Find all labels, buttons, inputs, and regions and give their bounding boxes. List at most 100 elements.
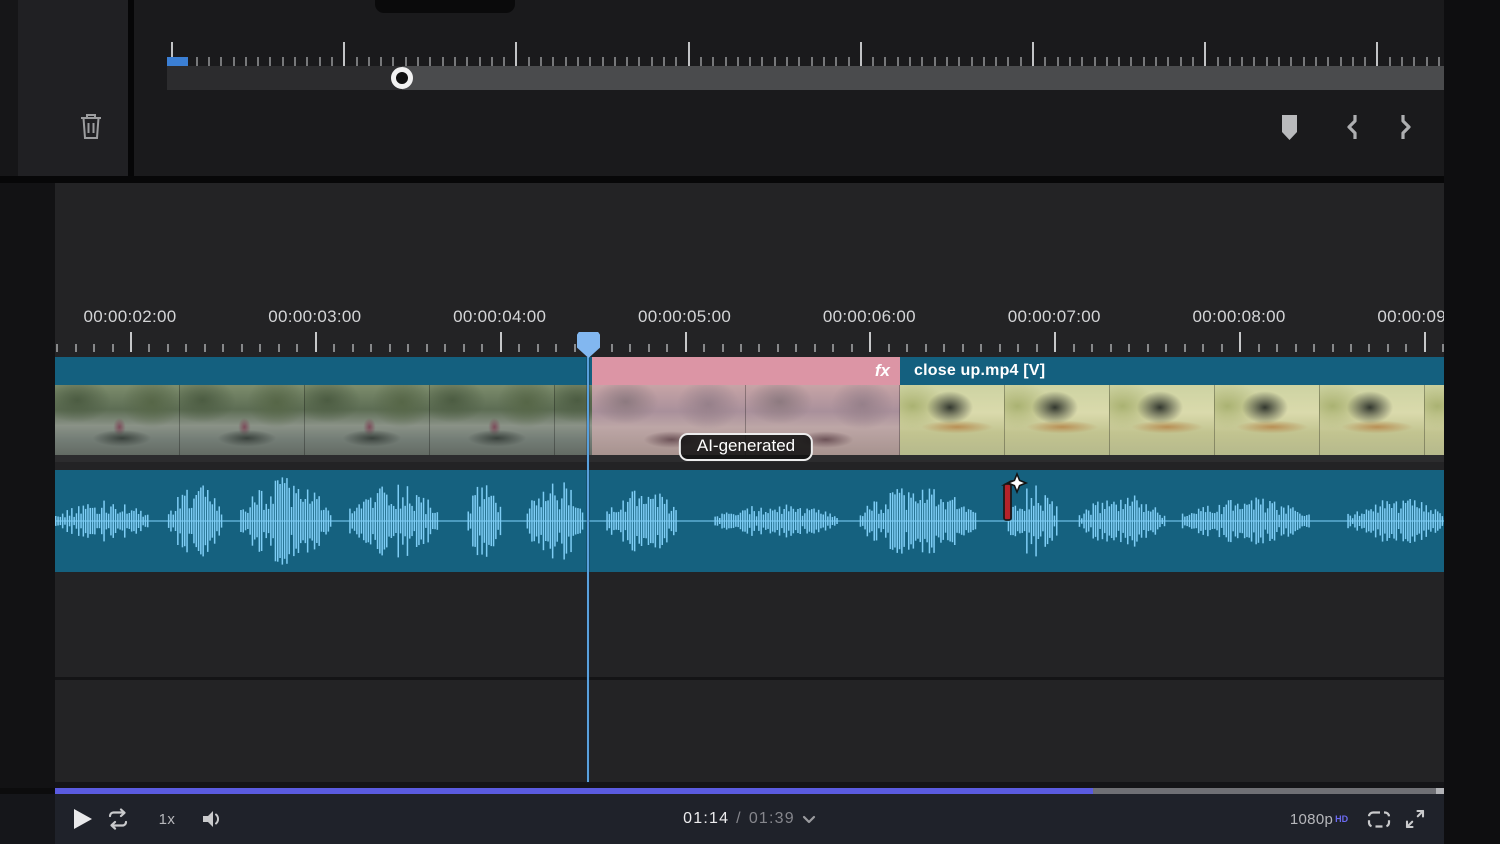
ruler-tick	[389, 344, 391, 352]
ruler-tick	[925, 344, 927, 352]
mini-ruler-tick	[528, 57, 530, 66]
add-marker-button[interactable]	[1274, 110, 1304, 144]
mini-ruler-tick	[1340, 57, 1342, 66]
mini-ruler-tick	[848, 57, 850, 66]
mini-ruler-tick	[565, 57, 567, 66]
timecode-ruler[interactable]: 00:00:02:0000:00:03:0000:00:04:0000:00:0…	[55, 300, 1444, 356]
hd-badge: HD	[1335, 814, 1348, 824]
time-options-button[interactable]	[802, 814, 816, 824]
ruler-tick	[1313, 344, 1315, 352]
ruler-tick	[1128, 344, 1130, 352]
pip-icon	[1367, 810, 1391, 829]
scrubber-panel	[134, 0, 1444, 176]
top-separator	[0, 176, 1444, 183]
ruler-tick	[1147, 344, 1149, 352]
ruler-tick	[352, 344, 354, 352]
mini-ruler-tick	[638, 57, 640, 66]
river-clip[interactable]	[55, 357, 592, 462]
mini-ruler-tick	[1229, 57, 1231, 66]
clip-header	[55, 357, 592, 385]
ruler-tick	[999, 344, 1001, 352]
mini-ruler-tick	[1130, 57, 1132, 66]
ruler-tick	[1258, 344, 1260, 352]
mini-ruler-tick	[380, 57, 382, 66]
ruler-tick	[1110, 344, 1112, 352]
mini-ruler-tick	[995, 57, 997, 66]
ruler-tick	[93, 344, 95, 352]
mini-ruler-tick	[208, 57, 210, 66]
mini-ruler-tick	[282, 57, 284, 66]
mini-ruler-tick	[1278, 57, 1280, 66]
ruler-tick	[75, 344, 77, 352]
mini-ruler-tick	[491, 57, 493, 66]
mark-in-button[interactable]	[1337, 110, 1367, 144]
ruler-tick	[241, 344, 243, 352]
mini-ruler-tick	[700, 57, 702, 66]
delete-button[interactable]	[75, 109, 107, 143]
mini-ruler-tick	[835, 57, 837, 66]
ruler-tick	[112, 344, 114, 352]
mini-ruler-tick	[269, 57, 271, 66]
ai-generated-clip[interactable]: fxAI-generated	[592, 357, 900, 462]
ruler-tick	[1054, 332, 1056, 352]
mark-out-button[interactable]	[1391, 110, 1421, 144]
timeline-left-gutter	[0, 183, 55, 788]
mini-ruler-tick	[356, 57, 358, 66]
audio-clip[interactable]	[55, 470, 1444, 572]
mini-ruler-tick	[417, 57, 419, 66]
ruler-tick	[296, 344, 298, 352]
ruler-tick	[407, 344, 409, 352]
mini-ruler-tick	[589, 57, 591, 66]
quality-button[interactable]: 1080pHD	[1287, 804, 1351, 834]
mini-ruler-tick	[983, 57, 985, 66]
clip-thumbnail	[900, 385, 1005, 455]
mini-ruler-tick	[1180, 57, 1182, 66]
mini-ruler-tick	[1376, 42, 1378, 66]
mini-ruler-tick	[429, 57, 431, 66]
mini-ruler-tick	[934, 57, 936, 66]
zoom-scrubber-handle[interactable]	[391, 67, 413, 89]
ruler-label: 00:00:08:00	[1193, 307, 1286, 327]
top-notch	[375, 0, 515, 13]
fx-badge: fx	[875, 361, 890, 381]
ruler-tick	[1276, 344, 1278, 352]
video-track: fxAI-generatedclose up.mp4 [V]	[55, 357, 1444, 462]
mini-ruler-tick	[786, 57, 788, 66]
clip-thumbnail	[55, 385, 180, 455]
ruler-tick	[1017, 344, 1019, 352]
ruler-label: 00:00:03:00	[268, 307, 361, 327]
mini-ruler-tick	[577, 57, 579, 66]
zoom-scrubber-track[interactable]	[167, 66, 1444, 90]
mini-ruler-tick	[725, 57, 727, 66]
ruler-tick	[795, 344, 797, 352]
mini-ruler-tick	[1020, 57, 1022, 66]
ruler-tick	[648, 344, 650, 352]
ruler-tick	[851, 344, 853, 352]
pip-button[interactable]	[1365, 805, 1393, 833]
mini-ruler-tick	[1106, 57, 1108, 66]
mini-ruler-tick	[515, 42, 517, 66]
mini-ruler-tick	[1401, 57, 1403, 66]
ruler-tick	[1036, 344, 1038, 352]
track-row-divider	[55, 677, 1444, 680]
closeup-clip[interactable]: close up.mp4 [V]	[900, 357, 1444, 462]
mini-ruler-tick	[761, 57, 763, 66]
ruler-tick	[611, 344, 613, 352]
clip-thumbnail	[1215, 385, 1320, 455]
mini-ruler-tick	[1094, 57, 1096, 66]
fullscreen-button[interactable]	[1401, 805, 1429, 833]
mini-ruler-tick	[737, 57, 739, 66]
mini-ruler-tick	[294, 57, 296, 66]
mini-ruler-tick	[196, 57, 198, 66]
clip-header: fx	[592, 357, 900, 385]
clip-thumbnail	[1110, 385, 1215, 455]
player-bar-left	[0, 794, 55, 844]
mini-ruler-tick	[971, 57, 973, 66]
mini-ruler-tick	[343, 42, 345, 66]
mini-ruler-tick	[749, 57, 751, 66]
ruler-tick	[832, 344, 834, 352]
mini-ruler-tick	[306, 57, 308, 66]
ruler-tick	[500, 332, 502, 352]
ruler-tick	[56, 344, 58, 352]
mini-ruler-tick	[884, 57, 886, 66]
